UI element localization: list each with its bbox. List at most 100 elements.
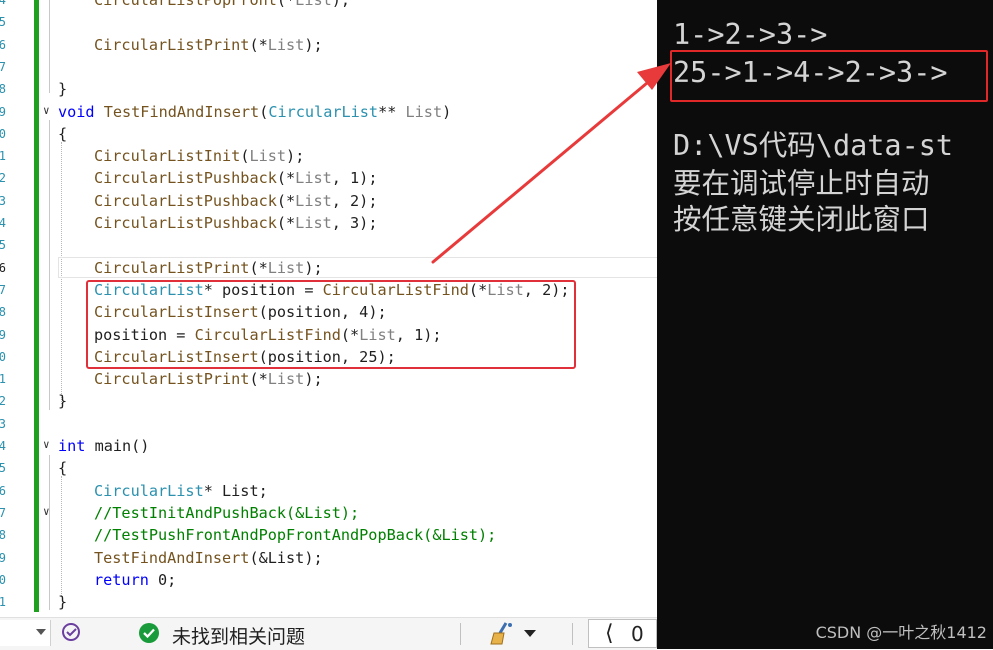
watermark-text: CSDN @一叶之秋1412 [815,623,987,642]
code-line: } [58,592,67,612]
code-line: CircularListPushback(*List, 2); [94,191,377,211]
code-token: ); [304,370,323,389]
line-number: 4 [0,216,6,230]
code-line: { [58,458,67,478]
line-number: 3 [0,416,6,431]
code-token: (* [249,370,268,389]
line-number: 5 [0,15,6,30]
code-cleanup-broom-icon[interactable] [488,620,516,646]
divider [460,623,461,645]
line-number: 2 [0,394,6,409]
code-line: CircularListInsert(position, 4); [94,302,387,322]
indent-guide [61,476,62,596]
code-line: //TestPushFrontAndPopFrontAndPopBack(&Li… [94,525,496,545]
console-line-5: 要在调试停止时自动 [673,167,930,200]
code-token: CircularListPushback [94,169,277,188]
code-line: CircularListPopFront(*List); [94,0,350,10]
code-token: List [267,258,305,277]
code-token: return [94,570,149,589]
code-token: { [58,459,68,478]
intellicode-icon[interactable] [60,621,84,645]
code-line: CircularListPrint(*List); [94,258,323,278]
brace-bar [49,0,50,93]
line-number: 8 [0,305,6,320]
chevron-down-icon [36,629,46,635]
code-token: CircularListFind [194,325,341,344]
code-token: CircularListInsert [94,303,259,322]
code-token: , 1); [395,325,442,344]
divider [572,623,573,645]
code-token: main() [85,437,150,455]
code-token: ( [259,102,269,121]
code-token: //TestPushFrontAndPopFrontAndPopBack(&Li… [94,526,497,545]
fold-toggle-icon[interactable]: ∨ [43,104,50,117]
code-token: (* [276,191,296,210]
code-token: } [58,392,68,411]
code-line: } [58,391,67,411]
fold-toggle-icon[interactable]: ∨ [43,438,50,451]
code-editor[interactable]: 4 5 6 7 8 9 0 1 2 3 4 5 6 7 8 9 0 1 2 3 4 5 6 7 8 9 0 1 ∨ ∨ ∨ Circu… [0,0,657,617]
code-line: CircularListInsert(position, 25); [94,347,396,367]
output-highlight-box [670,50,988,102]
code-token: List [267,370,305,389]
code-token: ); [286,147,305,166]
line-number: 0 [0,126,6,141]
code-line: position = CircularListFind(*List, 1); [94,325,442,345]
code-token: CircularListPrint [94,258,250,277]
code-token: List [295,0,332,9]
code-token: ) [442,102,452,121]
code-token: * List; [203,481,268,500]
line-number: 7 [0,505,6,520]
code-line: CircularListPrint(*List); [94,369,323,389]
code-token: TestFindAndInsert [103,102,260,121]
code-line: CircularListPushback(*List, 3); [94,213,377,233]
code-token: int [58,437,86,455]
fold-toggle-icon[interactable]: ∨ [43,505,50,518]
code-token: } [58,80,68,99]
console-line-6: 按任意键关闭此窗口 [673,203,930,236]
line-number: 1 [0,372,6,387]
code-token: //TestInitAndPushBack(&List); [94,503,360,522]
chevron-left-icon: ⟨ [605,621,614,646]
line-number: 5 [0,238,6,253]
line-number: 6 [0,483,6,498]
code-token: (* [276,0,296,9]
code-token: { [58,124,68,143]
code-token: List [249,147,287,166]
issues-status-text[interactable]: 未找到相关问题 [172,622,305,649]
code-token: CircularList [94,481,204,500]
code-token: ); [304,258,323,277]
code-line: //TestInitAndPushBack(&List); [94,503,359,523]
code-token: (position, 25); [258,347,396,366]
code-token: , 3); [331,214,378,232]
code-token: ** [378,102,406,121]
code-token: List [295,169,332,188]
code-token: , 2); [331,191,378,210]
code-line: CircularListPrint(*List); [94,35,323,55]
git-change-bar [34,0,39,612]
code-line: { [58,124,67,144]
line-number: 6 [0,37,6,52]
line-number-gutter: 4 5 6 7 8 9 0 1 2 3 4 5 6 7 8 9 0 1 2 3 4 5 6 7 8 9 0 1 [0,0,34,617]
console-line-4: D:\VS代码\data-st [673,129,954,162]
code-token: (* [249,258,268,277]
line-number: 8 [0,528,6,543]
zoom-dropdown[interactable] [0,620,51,646]
line-number: 0 [0,349,6,364]
navigate-back-button[interactable]: ⟨ 0 [588,619,657,648]
code-token: CircularListInit [94,147,241,166]
line-number: 9 [0,327,6,342]
line-number: 1 [0,149,6,164]
line-number: 7 [0,59,6,74]
chevron-down-icon[interactable] [524,630,536,637]
code-line: CircularListPushback(*List, 1); [94,168,377,188]
code-token: CircularListPrint [94,35,250,54]
code-token: (* [276,169,296,188]
brace-bar [49,455,50,610]
code-token: * position = [203,280,323,299]
code-line: } [58,79,67,99]
code-line: CircularList* position = CircularListFin… [94,280,570,300]
no-issues-check-icon [139,623,159,643]
code-line: return 0; [94,570,176,590]
